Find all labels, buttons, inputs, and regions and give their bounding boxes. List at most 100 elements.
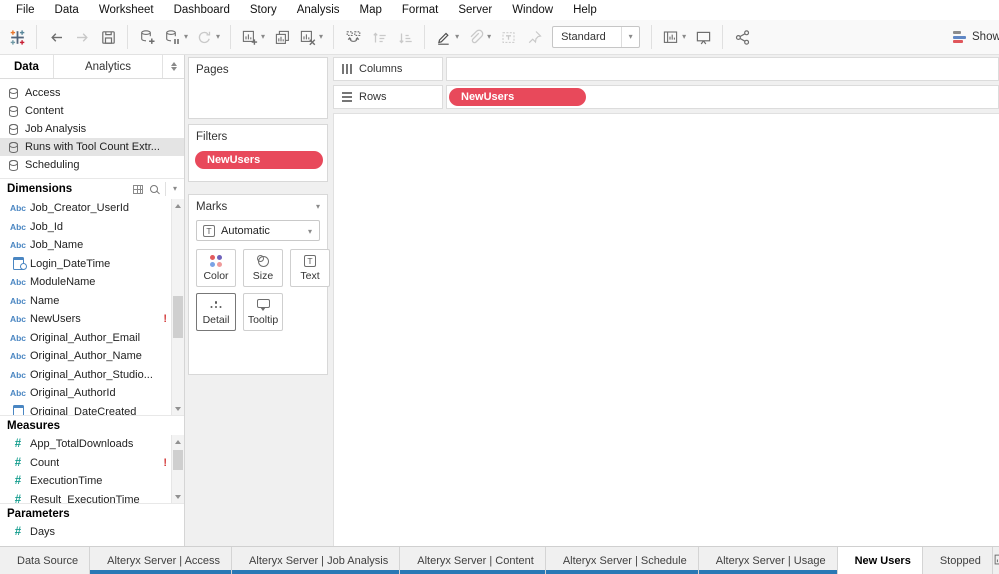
presentation-mode-icon[interactable] [691,23,715,51]
columns-shelf[interactable] [446,57,999,81]
menu-item[interactable]: Analysis [287,0,350,20]
tab-data[interactable]: Data [0,55,53,78]
sheet-tab[interactable]: Alteryx Server | Access [90,547,233,574]
pane-updown-icon[interactable] [162,55,184,78]
dimension-field[interactable]: Job_Creator_UserId [0,199,171,218]
pause-auto-updates-icon[interactable]: ▾ [161,23,191,51]
data-source-item[interactable]: Content [0,102,184,120]
scroll-down-icon[interactable] [172,490,184,503]
new-data-source-icon[interactable] [135,23,159,51]
rows-pill-newusers[interactable]: NewUsers [449,88,586,106]
parameter-field[interactable]: Days [0,523,184,542]
color-button[interactable]: Color [196,249,236,287]
dimension-field[interactable]: Login_DateTime [0,255,171,274]
sheet-tab[interactable]: Alteryx Server | Content [400,547,546,574]
dimension-field[interactable]: Name [0,292,171,311]
menu-item[interactable]: File [6,0,45,20]
show-mark-labels-icon[interactable] [496,23,520,51]
scroll-down-icon[interactable] [172,402,184,415]
dropdown-caret-icon[interactable]: ▾ [184,33,188,41]
size-button[interactable]: Size [243,249,283,287]
chevron-down-icon[interactable]: ▾ [621,27,639,47]
sheet-canvas[interactable] [333,113,999,546]
sheet-tab[interactable]: Data Source [0,547,91,574]
new-worksheet-tab-button[interactable] [993,547,999,574]
search-icon[interactable] [149,185,158,193]
rows-shelf[interactable]: NewUsers [446,85,999,109]
highlight-icon[interactable]: ▾ [432,23,462,51]
undo-icon[interactable] [44,23,68,51]
measure-field[interactable]: App_TotalDownloads [0,435,171,454]
dimension-field[interactable]: Job_Name [0,236,171,255]
fix-axes-icon[interactable] [522,23,546,51]
new-worksheet-icon[interactable]: ▾ [238,23,268,51]
sheet-tab[interactable]: Alteryx Server | Usage [698,547,838,574]
field-type-icon [6,494,30,503]
menu-item[interactable]: Dashboard [164,0,240,20]
clear-sheet-icon[interactable]: ▾ [296,23,326,51]
dropdown-caret-icon[interactable]: ▾ [319,33,323,41]
measure-field[interactable]: ExecutionTime [0,472,171,491]
dimension-field[interactable]: Original_Author_Email [0,329,171,348]
dimension-field[interactable]: Job_Id [0,218,171,237]
dimension-field[interactable]: ModuleName [0,273,171,292]
dropdown-caret-icon[interactable]: ▾ [261,33,265,41]
detail-button[interactable]: Detail [196,293,236,331]
menu-item[interactable]: Map [350,0,392,20]
scrollbar-thumb[interactable] [173,450,183,470]
sort-descending-icon[interactable] [393,23,417,51]
data-source-item[interactable]: Scheduling [0,156,184,174]
redo-icon[interactable] [70,23,94,51]
scroll-up-icon[interactable] [172,435,184,448]
measures-scrollbar[interactable] [171,435,184,503]
menu-item[interactable]: Data [45,0,89,20]
dropdown-caret-icon[interactable]: ▾ [455,33,459,41]
sheet-tab[interactable]: Stopped [923,547,993,574]
scroll-up-icon[interactable] [172,199,184,212]
dropdown-caret-icon[interactable]: ▾ [216,33,220,41]
menu-item[interactable]: Worksheet [89,0,164,20]
text-button[interactable]: Text [290,249,330,287]
show-hide-cards-icon[interactable]: ▾ [659,23,689,51]
menu-item[interactable]: Window [502,0,563,20]
dimension-field[interactable]: Original_Author_Studio... [0,366,171,385]
filter-pill-newusers[interactable]: NewUsers [195,151,323,169]
sheet-tab[interactable]: New Users [837,547,923,574]
fit-selector[interactable]: Standard ▾ [552,26,641,48]
dropdown-caret-icon[interactable]: ▾ [682,33,686,41]
data-source-item[interactable]: Job Analysis [0,120,184,138]
dimension-field[interactable]: Original_Author_Name [0,347,171,366]
swap-rows-columns-icon[interactable] [341,23,365,51]
mark-type-dropdown[interactable]: Automatic ▾ [196,220,320,241]
scrollbar-thumb[interactable] [173,295,183,338]
marks-menu-caret-icon[interactable]: ▾ [316,203,320,211]
dropdown-caret-icon[interactable]: ▾ [487,33,491,41]
measure-field[interactable]: Count [0,454,171,473]
save-icon[interactable] [96,23,120,51]
field-label: Login_DateTime [30,257,111,270]
menu-item[interactable]: Server [448,0,502,20]
tab-analytics[interactable]: Analytics [52,55,162,78]
sheet-tab[interactable]: Alteryx Server | Job Analysis [232,547,401,574]
view-data-grid-icon[interactable] [132,184,143,194]
sort-ascending-icon[interactable] [367,23,391,51]
tooltip-button[interactable]: Tooltip [243,293,283,331]
dimensions-menu-caret-icon[interactable]: ▾ [173,185,177,193]
sheet-tab[interactable]: Alteryx Server | Schedule [545,547,699,574]
share-workbook-icon[interactable] [730,23,754,51]
group-members-icon[interactable]: ▾ [464,23,494,51]
dimension-field[interactable]: Original_AuthorId [0,384,171,403]
dimension-field[interactable]: NewUsers [0,310,171,329]
chevron-down-icon[interactable]: ▾ [301,225,319,237]
data-source-item[interactable]: Runs with Tool Count Extr... [0,138,184,156]
dimension-field[interactable]: Original_DateCreated [0,403,171,415]
measure-field[interactable]: Result_ExecutionTime [0,491,171,503]
menu-item[interactable]: Format [392,0,448,20]
show-me-button[interactable]: Show Me [953,20,999,54]
dimensions-scrollbar[interactable] [171,199,184,415]
menu-item[interactable]: Help [563,0,607,20]
data-source-item[interactable]: Access [0,84,184,102]
menu-item[interactable]: Story [240,0,287,20]
refresh-data-source-icon[interactable]: ▾ [193,23,223,51]
duplicate-sheet-icon[interactable] [270,23,294,51]
